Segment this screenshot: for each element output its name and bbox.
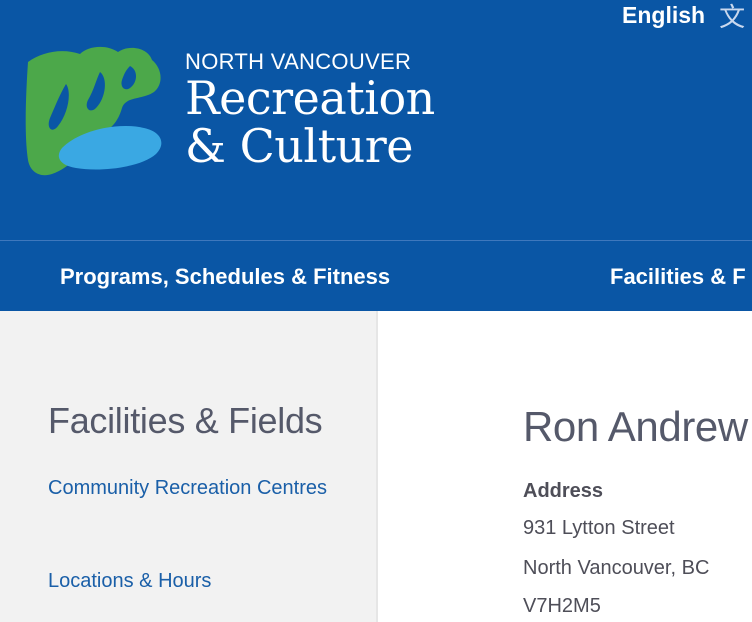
main-content: Ron Andrew Address 931 Lytton Street Nor…: [378, 311, 752, 622]
address-label: Address: [523, 480, 604, 502]
address-city: North Vancouver, BC: [523, 557, 710, 579]
language-label[interactable]: English: [622, 2, 705, 29]
sidebar-link-locations-hours[interactable]: Locations & Hours: [48, 567, 211, 596]
sidebar-title: Facilities & Fields: [48, 400, 323, 441]
site-header: English 文 NORTH VANCOUVER Recreation & C…: [0, 0, 752, 240]
sidebar-link-community-centres[interactable]: Community Recreation Centres: [48, 474, 328, 503]
main-nav: Programs, Schedules & Fitness Facilities…: [0, 240, 752, 311]
nav-item-programs[interactable]: Programs, Schedules & Fitness: [60, 264, 390, 290]
nav-item-facilities[interactable]: Facilities & F: [610, 264, 746, 290]
address-postal-code: V7H2M5: [523, 595, 601, 617]
translate-icon[interactable]: 文: [719, 0, 745, 34]
page-title: Ron Andrew: [523, 403, 748, 450]
logo-icon[interactable]: [22, 44, 172, 184]
language-selector[interactable]: English 文: [622, 0, 745, 32]
address-street: 931 Lytton Street: [523, 517, 675, 539]
logo-wordmark[interactable]: NORTH VANCOUVER Recreation & Culture: [185, 50, 435, 173]
logo-line-culture: & Culture: [185, 119, 413, 173]
sidebar: Facilities & Fields Community Recreation…: [0, 311, 378, 622]
logo-line-recreation: Recreation: [185, 71, 435, 125]
